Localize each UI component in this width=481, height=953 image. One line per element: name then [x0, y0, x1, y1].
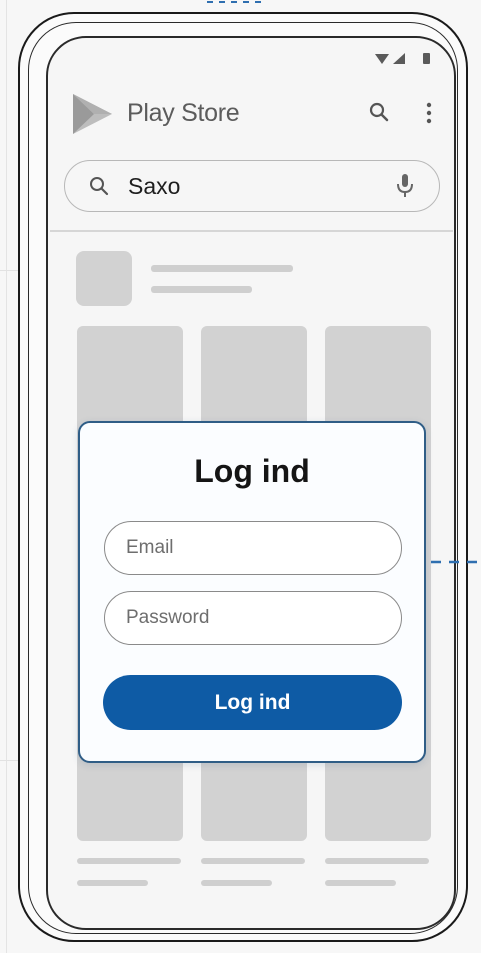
placeholder-text-line [151, 286, 252, 293]
placeholder-text-line [151, 265, 293, 272]
placeholder-app-icon [76, 251, 132, 306]
login-button[interactable]: Log ind [103, 675, 402, 730]
placeholder-text-line [325, 858, 429, 864]
wifi-icon [375, 54, 389, 64]
more-vert-icon[interactable] [423, 101, 435, 125]
header-divider [50, 230, 453, 232]
placeholder-text-line [201, 880, 272, 886]
battery-icon [423, 53, 430, 64]
mic-icon[interactable] [395, 172, 415, 200]
status-bar [375, 53, 430, 64]
placeholder-text-line [325, 880, 396, 886]
signal-icon [393, 53, 405, 64]
annotation-connector [431, 560, 481, 564]
placeholder-text-line [201, 858, 305, 864]
search-query-text[interactable]: Saxo [128, 173, 180, 200]
app-title: Play Store [127, 99, 240, 127]
background-guide-line [6, 0, 7, 953]
placeholder-text-line [77, 858, 181, 864]
search-icon [90, 177, 109, 196]
play-store-logo-icon [73, 94, 112, 134]
background-guide-line [0, 270, 20, 271]
login-title: Log ind [194, 453, 310, 489]
placeholder-text-line [77, 880, 148, 886]
annotation-line [207, 1, 267, 3]
background-guide-line [0, 760, 20, 761]
password-field[interactable] [104, 591, 402, 645]
search-bar[interactable] [64, 160, 440, 212]
email-field[interactable] [104, 521, 402, 575]
search-icon[interactable] [368, 101, 390, 123]
